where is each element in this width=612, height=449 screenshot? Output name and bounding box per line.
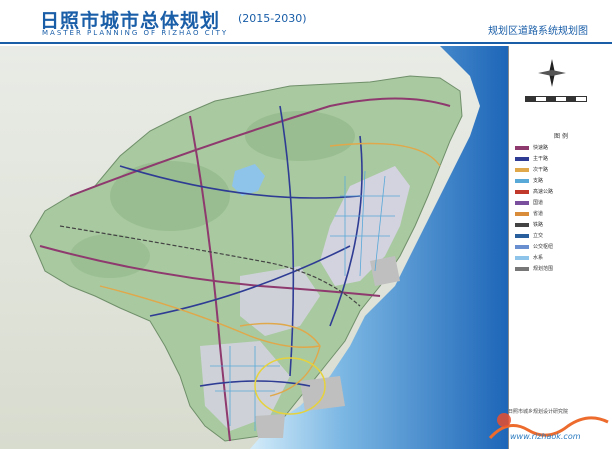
legend-swatch [515,256,529,260]
legend-item: 公交枢纽 [515,243,611,251]
legend-label: 主干路 [533,156,549,162]
english-title: MASTER PLANNING OF RIZHAO CITY [42,29,229,37]
legend-item: 立交 [515,232,611,240]
legend-label: 次干路 [533,167,549,173]
hill-area [110,161,230,231]
legend-item: 国道 [515,199,611,207]
legend-title: 图 例 [554,133,568,140]
legend-label: 支路 [533,178,544,184]
legend-swatch [515,179,529,183]
legend-item: 水系 [515,254,611,262]
legend-label: 国道 [533,200,544,206]
header: 日照市城市总体规划 (2015-2030) MASTER PLANNING OF… [0,0,612,46]
legend-item: 次干路 [515,166,611,174]
legend-item: 支路 [515,177,611,185]
legend-item: 铁路 [515,221,611,229]
legend-item: 省道 [515,210,611,218]
port-area [370,256,400,286]
legend-swatch [515,190,529,194]
legend-item: 高速公路 [515,188,611,196]
legend-swatch [515,146,529,150]
legend-label: 公交枢纽 [533,244,554,250]
legend-swatch [515,267,529,271]
header-divider [0,42,612,44]
legend-swatch [515,168,529,172]
legend-swatch [515,201,529,205]
port-area [255,414,285,438]
hill-area [245,111,355,161]
map-frame: 日照市城市总体规划 (2015-2030) MASTER PLANNING OF… [0,0,612,449]
legend-label: 高速公路 [533,189,554,195]
legend-label: 水系 [533,255,544,261]
map-subtitle: 规划区道路系统规划图 [488,26,588,37]
legend-label: 快速路 [533,145,549,151]
legend-item: 规划范围 [515,265,611,273]
scale-bar [525,96,587,102]
title-years: (2015-2030) [238,12,307,25]
legend-label: 立交 [533,233,544,239]
watermark-url: www.rizhaok.com [510,432,581,441]
legend-item: 主干路 [515,155,611,163]
road-system-map [0,46,508,449]
north-arrow-icon [538,59,566,87]
legend-label: 规划范围 [533,266,554,272]
legend-label: 省道 [533,211,544,217]
legend-swatch [515,245,529,249]
legend-swatch [515,212,529,216]
legend-swatch [515,223,529,227]
legend-panel: 图 例 快速路主干路次干路支路高速公路国道省道铁路立交公交枢纽水系规划范围 [508,46,612,449]
legend-swatch [515,234,529,238]
legend-item: 快速路 [515,144,611,152]
port-area [300,376,345,411]
legend-swatch [515,157,529,161]
legend-label: 铁路 [533,222,544,228]
